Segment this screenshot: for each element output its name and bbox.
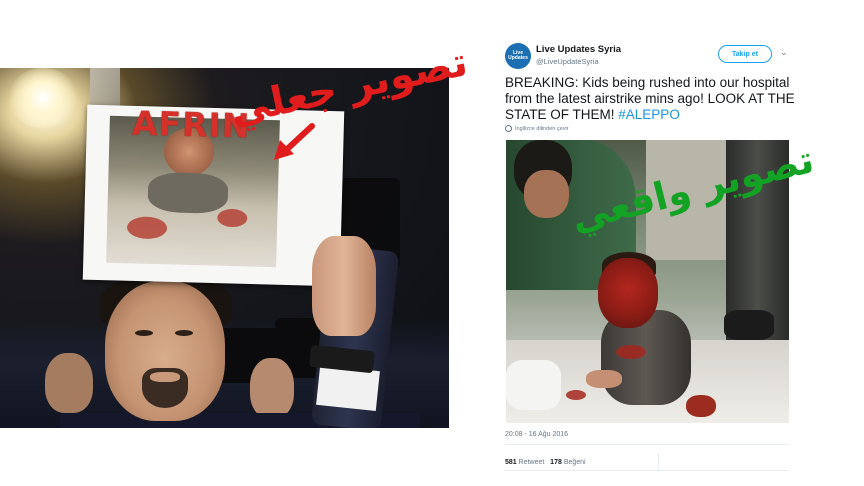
tweet-text: BREAKING: Kids being rushed into our hos… [505,75,795,123]
real-photo-label-wrap: تصوير واقعي [548,137,818,250]
account-handle[interactable]: @LiveUpdateSyria [536,57,599,66]
eye [175,330,193,336]
stats-divider [657,453,659,471]
blood-hand [686,395,716,417]
sign-child-body [147,171,229,214]
retweet-count[interactable]: 581 [505,459,517,466]
real-photo-label: تصوير واقعي [566,137,818,240]
raised-hand [312,236,376,336]
globe-icon [505,125,512,132]
follow-button[interactable]: Takip et [718,45,772,63]
retweet-label[interactable]: Retweet [519,459,545,466]
tweet-stats: 581 Retweet 178 Beğeni [505,453,659,471]
divider [505,444,789,445]
divider [505,470,789,471]
sign-blood [217,208,248,228]
gauze [506,360,561,410]
translate-link[interactable]: İngilizce dilinden çevir [505,125,569,132]
man-mouth [150,372,180,382]
hashtag-link[interactable]: #ALEPPO [618,107,680,122]
fake-photo-label: تصوير جعلي [226,39,472,135]
child-face [598,258,658,328]
tweet-timestamp[interactable]: 20:08 - 16 Ağu 2016 [505,431,568,438]
like-label[interactable]: Beğeni [564,459,586,466]
boot [724,310,774,340]
fake-photo-label-wrap: تصوير جعلي [205,20,472,140]
blood-spot [566,390,586,400]
background-person [45,353,93,413]
sign-blood [126,216,168,240]
child-arm [586,370,622,388]
account-avatar[interactable]: Live Updates [505,43,531,69]
stage-light [8,68,78,128]
account-name[interactable]: Live Updates Syria [536,44,621,55]
translate-label: İngilizce dilinden çevir [515,125,569,132]
like-count[interactable]: 178 [550,459,562,466]
background-person [250,358,294,418]
chevron-down-icon[interactable]: ⌄ [780,47,788,58]
eye [135,330,153,336]
blood-spot [616,345,646,359]
red-arrow-icon [274,123,315,160]
avatar-text: Live Updates [508,50,528,61]
